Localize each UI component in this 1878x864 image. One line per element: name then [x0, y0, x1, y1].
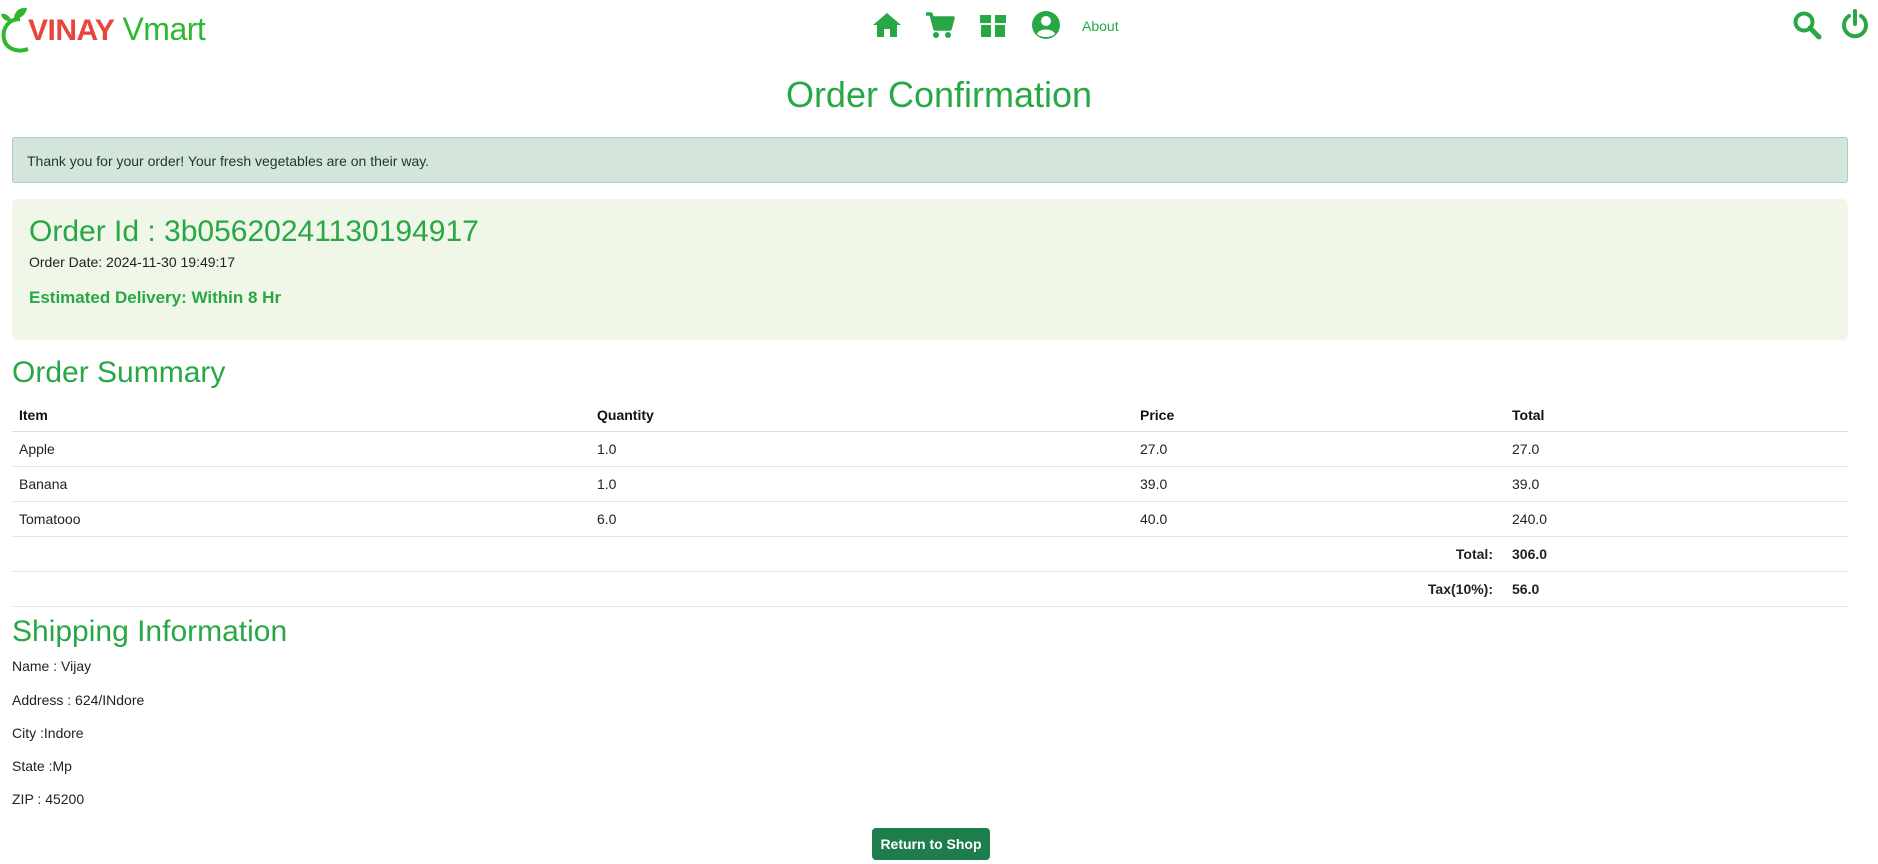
estimated-delivery: Estimated Delivery: Within 8 Hr: [29, 288, 282, 307]
order-details-card: Order Id : 3b05620241130194917 Order Dat…: [12, 199, 1848, 340]
total-label: Total:: [12, 536, 1505, 572]
shipping-name: Name : Vijay: [12, 658, 92, 674]
cell-total: 39.0: [1505, 466, 1848, 502]
table-row: Tomatooo 6.0 40.0 240.0: [12, 501, 1848, 537]
column-header-price: Price: [1133, 398, 1505, 432]
table-header-row: Item Quantity Price Total: [12, 398, 1848, 432]
cell-total: 240.0: [1505, 501, 1848, 537]
cell-item: Tomatooo: [12, 501, 590, 537]
tax-row: Tax(10%): 56.0: [12, 571, 1848, 607]
success-alert: Thank you for your order! Your fresh veg…: [12, 137, 1848, 183]
shipping-info-title: Shipping Information: [12, 615, 288, 648]
user-icon[interactable]: [1029, 8, 1063, 42]
column-header-total: Total: [1505, 398, 1848, 432]
tax-value: 56.0: [1505, 571, 1848, 607]
order-summary-table: Item Quantity Price Total Apple 1.0 27.0…: [12, 398, 1848, 607]
return-to-shop-button[interactable]: Return to Shop: [872, 828, 990, 860]
cell-quantity: 1.0: [590, 466, 1133, 502]
box-icon[interactable]: [976, 8, 1010, 42]
cell-price: 39.0: [1133, 466, 1505, 502]
order-id: Order Id : 3b05620241130194917: [29, 215, 479, 248]
shipping-zip: ZIP : 45200: [12, 791, 85, 807]
order-summary-title: Order Summary: [12, 356, 226, 389]
nav-about-link[interactable]: About: [1082, 18, 1119, 34]
cell-quantity: 6.0: [590, 501, 1133, 537]
shipping-city: City :Indore: [12, 725, 84, 741]
tax-label: Tax(10%):: [12, 571, 1505, 607]
cart-icon[interactable]: [923, 8, 957, 42]
cell-total: 27.0: [1505, 431, 1848, 467]
cell-item: Apple: [12, 431, 590, 467]
column-header-item: Item: [12, 398, 590, 432]
cell-price: 40.0: [1133, 501, 1505, 537]
brand-part2: Vmart: [122, 10, 206, 47]
home-icon[interactable]: [870, 8, 904, 42]
page-title: Order Confirmation: [785, 74, 1093, 115]
search-icon[interactable]: [1790, 8, 1824, 42]
order-date: Order Date: 2024-11-30 19:49:17: [29, 254, 235, 270]
column-header-quantity: Quantity: [590, 398, 1133, 432]
brand-logo[interactable]: VINAY Vmart: [0, 4, 206, 54]
cell-price: 27.0: [1133, 431, 1505, 467]
shipping-address: Address : 624/INdore: [12, 692, 145, 708]
header-actions: [1776, 8, 1872, 42]
main-nav: About: [870, 8, 1119, 42]
total-value: 306.0: [1505, 536, 1848, 572]
table-row: Apple 1.0 27.0 27.0: [12, 431, 1848, 467]
leaf-icon: [1, 7, 29, 53]
power-icon[interactable]: [1838, 8, 1872, 42]
brand-part1: VINAY: [28, 13, 115, 47]
shipping-state: State :Mp: [12, 758, 72, 774]
cell-quantity: 1.0: [590, 431, 1133, 467]
table-row: Banana 1.0 39.0 39.0: [12, 466, 1848, 502]
cell-item: Banana: [12, 466, 590, 502]
total-row: Total: 306.0: [12, 536, 1848, 572]
brand-name: VINAY Vmart: [28, 10, 206, 47]
